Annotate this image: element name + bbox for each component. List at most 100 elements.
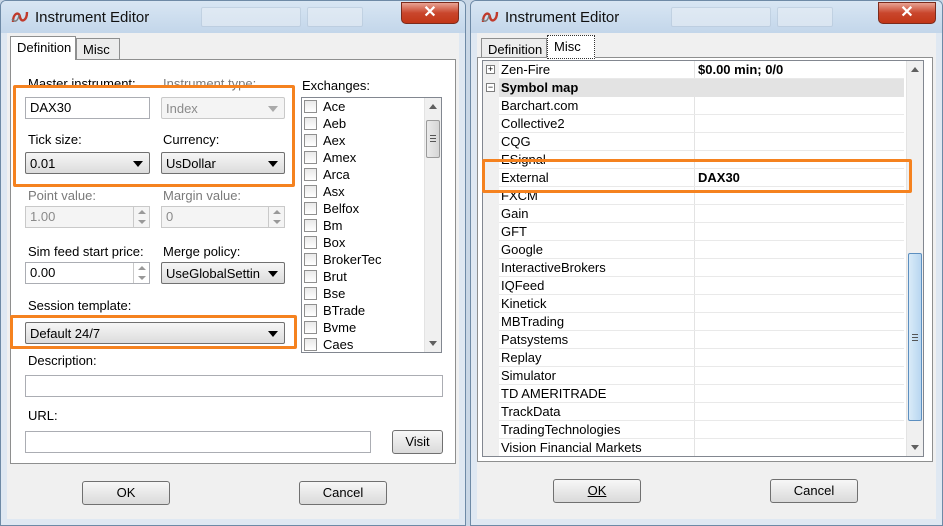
exchange-item[interactable]: Amex	[304, 150, 356, 167]
checkbox[interactable]	[304, 202, 317, 215]
property-name: IQFeed	[501, 278, 545, 293]
exchanges-list[interactable]: Caes Bvme BTrade Bse Brut BrokerTec Box Bm Belfo…	[301, 97, 442, 353]
column-divider	[694, 349, 695, 367]
description-field[interactable]	[25, 375, 443, 397]
property-row[interactable]: GFT	[483, 223, 904, 241]
row-divider	[499, 456, 904, 457]
checkbox[interactable]	[304, 321, 317, 334]
cancel-button-label: Cancel	[793, 483, 835, 498]
session-template-dropdown[interactable]: Default 24/7	[25, 322, 285, 344]
checkbox[interactable]	[304, 100, 317, 113]
checkbox[interactable]	[304, 253, 317, 266]
exchange-item[interactable]: Aeb	[304, 116, 346, 133]
property-row[interactable]: External DAX30	[483, 169, 904, 187]
property-row[interactable]: InteractiveBrokers	[483, 259, 904, 277]
property-row[interactable]: Patsystems	[483, 331, 904, 349]
background-window-ghost	[201, 7, 301, 27]
scrollbar-thumb[interactable]	[426, 120, 440, 158]
scroll-down-icon[interactable]	[429, 341, 437, 346]
property-row[interactable]: Replay	[483, 349, 904, 367]
exchange-item[interactable]: Arca	[304, 167, 350, 184]
checkbox[interactable]	[304, 236, 317, 249]
exchange-item[interactable]: Bm	[304, 218, 343, 235]
exchange-item[interactable]: BTrade	[304, 303, 365, 320]
sim-feed-start-price-field[interactable]: 0.00	[25, 262, 150, 284]
row-gutter	[483, 97, 499, 115]
currency-dropdown[interactable]: UsDollar	[161, 152, 285, 174]
tick-size-dropdown[interactable]: 0.01	[25, 152, 150, 174]
ok-button-label: OK	[587, 483, 607, 498]
margin-value-field[interactable]: 0	[161, 206, 285, 228]
spinner-arrows-icon[interactable]	[133, 263, 149, 283]
checkbox[interactable]	[304, 338, 317, 351]
exchange-item[interactable]: Bse	[304, 286, 345, 303]
point-value-field[interactable]: 1.00	[25, 206, 150, 228]
property-row[interactable]: TD AMERITRADE	[483, 385, 904, 403]
property-row[interactable]: Vision Financial Markets	[483, 439, 904, 457]
property-row[interactable]: FXCM	[483, 187, 904, 205]
url-field[interactable]	[25, 431, 371, 453]
ok-button[interactable]: OK	[82, 481, 170, 505]
checkbox[interactable]	[304, 270, 317, 283]
instrument-type-dropdown[interactable]: Index	[161, 97, 285, 119]
close-button[interactable]: ✕	[878, 2, 936, 24]
row-gutter: +	[483, 61, 499, 79]
tab-misc[interactable]: Misc	[547, 35, 595, 59]
checkbox[interactable]	[304, 168, 317, 181]
title-bar[interactable]: Instrument Editor ✕	[471, 1, 942, 33]
exchange-item[interactable]: Ace	[304, 99, 345, 116]
checkbox[interactable]	[304, 185, 317, 198]
category-row[interactable]: − Symbol map	[483, 79, 904, 97]
exchange-item[interactable]: Bvme	[304, 320, 356, 337]
property-row[interactable]: + Zen-Fire $0.00 min; 0/0	[483, 61, 904, 79]
property-row[interactable]: Google	[483, 241, 904, 259]
exchange-item[interactable]: Box	[304, 235, 345, 252]
exchange-item[interactable]: Asx	[304, 184, 345, 201]
checkbox[interactable]	[304, 151, 317, 164]
property-row[interactable]: Barchart.com	[483, 97, 904, 115]
exchange-item[interactable]: Brut	[304, 269, 347, 286]
scroll-up-icon[interactable]	[911, 67, 919, 72]
cancel-button[interactable]: Cancel	[770, 479, 858, 503]
property-row[interactable]: Kinetick	[483, 295, 904, 313]
tab-definition[interactable]: Definition	[10, 36, 76, 60]
property-row[interactable]: ESignal	[483, 151, 904, 169]
property-row[interactable]: Gain	[483, 205, 904, 223]
close-button[interactable]: ✕	[401, 2, 459, 24]
checkbox[interactable]	[304, 134, 317, 147]
property-grid-scrollbar[interactable]	[906, 61, 923, 456]
property-row[interactable]: CQG	[483, 133, 904, 151]
tab-misc[interactable]: Misc	[76, 38, 120, 60]
checkbox[interactable]	[304, 117, 317, 130]
checkbox[interactable]	[304, 287, 317, 300]
property-row[interactable]: Collective2	[483, 115, 904, 133]
ok-button[interactable]: OK	[553, 479, 641, 503]
scroll-up-icon[interactable]	[429, 104, 437, 109]
collapse-icon[interactable]: −	[486, 83, 495, 92]
cancel-button[interactable]: Cancel	[299, 481, 387, 505]
expand-icon[interactable]: +	[486, 65, 495, 74]
property-row[interactable]: MBTrading	[483, 313, 904, 331]
exchange-item[interactable]: Aex	[304, 133, 345, 150]
visit-button[interactable]: Visit	[392, 430, 443, 454]
column-divider	[694, 97, 695, 115]
exchange-item[interactable]: Belfox	[304, 201, 359, 218]
checkbox[interactable]	[304, 219, 317, 232]
property-row[interactable]: TrackData	[483, 403, 904, 421]
master-instrument-field[interactable]: DAX30	[25, 97, 150, 119]
property-value[interactable]: DAX30	[698, 170, 740, 185]
merge-policy-value: UseGlobalSettin	[166, 266, 260, 281]
exchanges-scrollbar[interactable]	[424, 98, 441, 352]
exchange-item[interactable]: Caes	[304, 337, 353, 352]
title-bar[interactable]: Instrument Editor ✕	[1, 1, 465, 33]
scroll-down-icon[interactable]	[911, 445, 919, 450]
property-grid[interactable]: Vision Financial Markets TradingTechnolog…	[482, 60, 924, 457]
scrollbar-thumb[interactable]	[908, 253, 922, 421]
property-value[interactable]: $0.00 min; 0/0	[698, 62, 783, 77]
merge-policy-dropdown[interactable]: UseGlobalSettin	[161, 262, 285, 284]
property-row[interactable]: TradingTechnologies	[483, 421, 904, 439]
property-row[interactable]: IQFeed	[483, 277, 904, 295]
property-row[interactable]: Simulator	[483, 367, 904, 385]
checkbox[interactable]	[304, 304, 317, 317]
exchange-item[interactable]: BrokerTec	[304, 252, 382, 269]
